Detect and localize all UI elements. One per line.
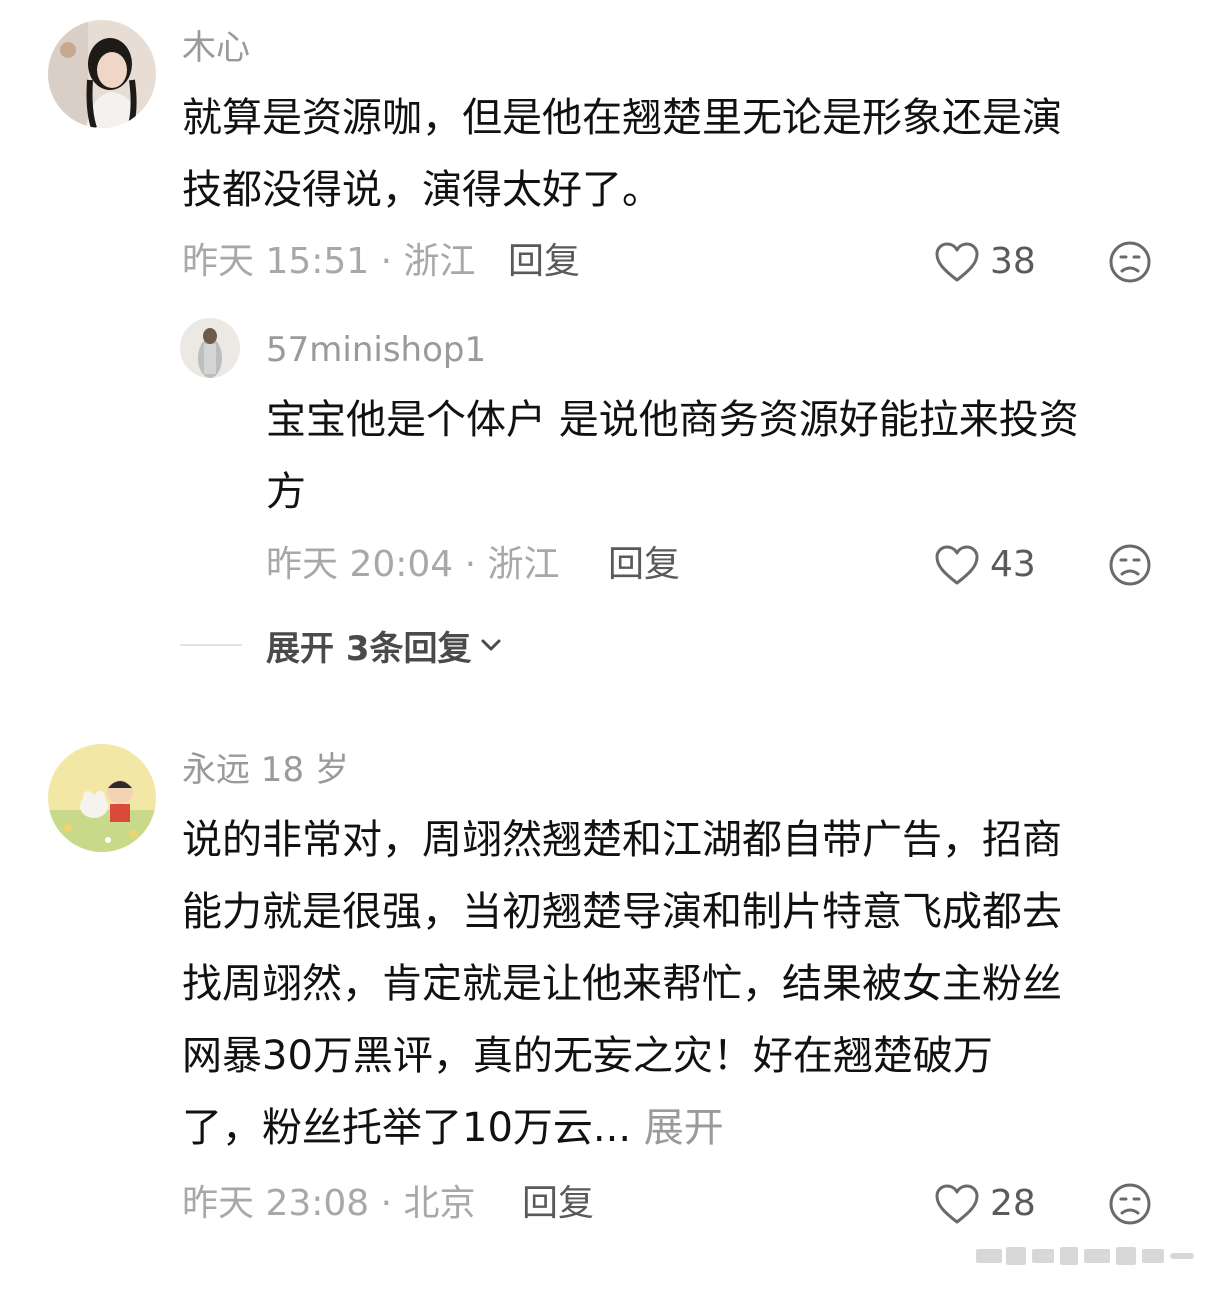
comment-timestamp-location: 昨天 15:51 · 浙江: [182, 241, 476, 282]
expand-replies-label: 展开 3条回复: [266, 628, 472, 669]
chevron-down-icon: [481, 639, 500, 651]
reply-username[interactable]: 57minishop1: [266, 330, 486, 370]
comment-text: 说的非常对，周翊然翘楚和江湖都自带广告，招商 能力就是很强，当初翘楚导演和制片特…: [182, 804, 1062, 1164]
expand-replies-button[interactable]: 展开 3条回复: [266, 621, 504, 670]
like-count: 28: [990, 1183, 1036, 1224]
comment-username[interactable]: 木心: [182, 28, 250, 68]
comment-username[interactable]: 永远 18 岁: [182, 750, 349, 790]
sad-face-icon: [1109, 1183, 1151, 1225]
reply-avatar[interactable]: [180, 318, 240, 378]
reply-button[interactable]: 回复: [508, 240, 580, 284]
comment-text-line: 了，粉丝托举了10万云...: [182, 1105, 632, 1151]
like-count: 43: [990, 544, 1036, 585]
comment-text-line: 就算是资源咖，但是他在翘楚里无论是形象还是演: [182, 95, 1062, 141]
heart-outline-icon: [935, 545, 979, 585]
watermark: [976, 1241, 1196, 1271]
comment-text-line: 找周翊然，肯定就是让他来帮忙，结果被女主粉丝: [182, 961, 1062, 1007]
expand-text-button[interactable]: 展开: [644, 1105, 724, 1151]
reply-timestamp-location: 昨天 20:04 · 浙江: [266, 544, 560, 585]
dislike-button[interactable]: [1108, 1182, 1152, 1226]
reply-button[interactable]: 回复: [608, 543, 680, 587]
like-count: 38: [990, 241, 1036, 282]
reply-text: 宝宝他是个体户 是说他商务资源好能拉来投资 方: [266, 384, 1079, 528]
like-button[interactable]: 38: [934, 240, 1036, 284]
comment-text: 就算是资源咖，但是他在翘楚里无论是形象还是演 技都没得说，演得太好了。: [182, 82, 1062, 226]
comment-text-last-line: 了，粉丝托举了10万云... 展开: [182, 1092, 1062, 1164]
dislike-button[interactable]: [1108, 543, 1152, 587]
sad-face-icon: [1109, 241, 1151, 283]
reply-text-line: 方: [266, 469, 306, 515]
like-button[interactable]: 43: [934, 543, 1036, 587]
expand-replies-row: 展开 3条回复: [180, 621, 504, 670]
reply-text-line: 宝宝他是个体户 是说他商务资源好能拉来投资: [266, 397, 1079, 443]
comment-text-line: 网暴30万黑评，真的无妄之灾！好在翘楚破万: [182, 1033, 993, 1079]
comment-text-line: 技都没得说，演得太好了。: [182, 167, 662, 213]
reply-button[interactable]: 回复: [522, 1182, 594, 1226]
comment-text-line: 能力就是很强，当初翘楚导演和制片特意飞成都去: [182, 889, 1062, 935]
sad-face-icon: [1109, 544, 1151, 586]
divider: [180, 644, 242, 646]
heart-outline-icon: [935, 1184, 979, 1224]
like-button[interactable]: 28: [934, 1182, 1036, 1226]
avatar[interactable]: [48, 744, 156, 852]
dislike-button[interactable]: [1108, 240, 1152, 284]
heart-outline-icon: [935, 242, 979, 282]
avatar[interactable]: [48, 20, 156, 128]
comment-timestamp-location: 昨天 23:08 · 北京: [182, 1183, 476, 1224]
comment-text-line: 说的非常对，周翊然翘楚和江湖都自带广告，招商: [182, 817, 1062, 863]
